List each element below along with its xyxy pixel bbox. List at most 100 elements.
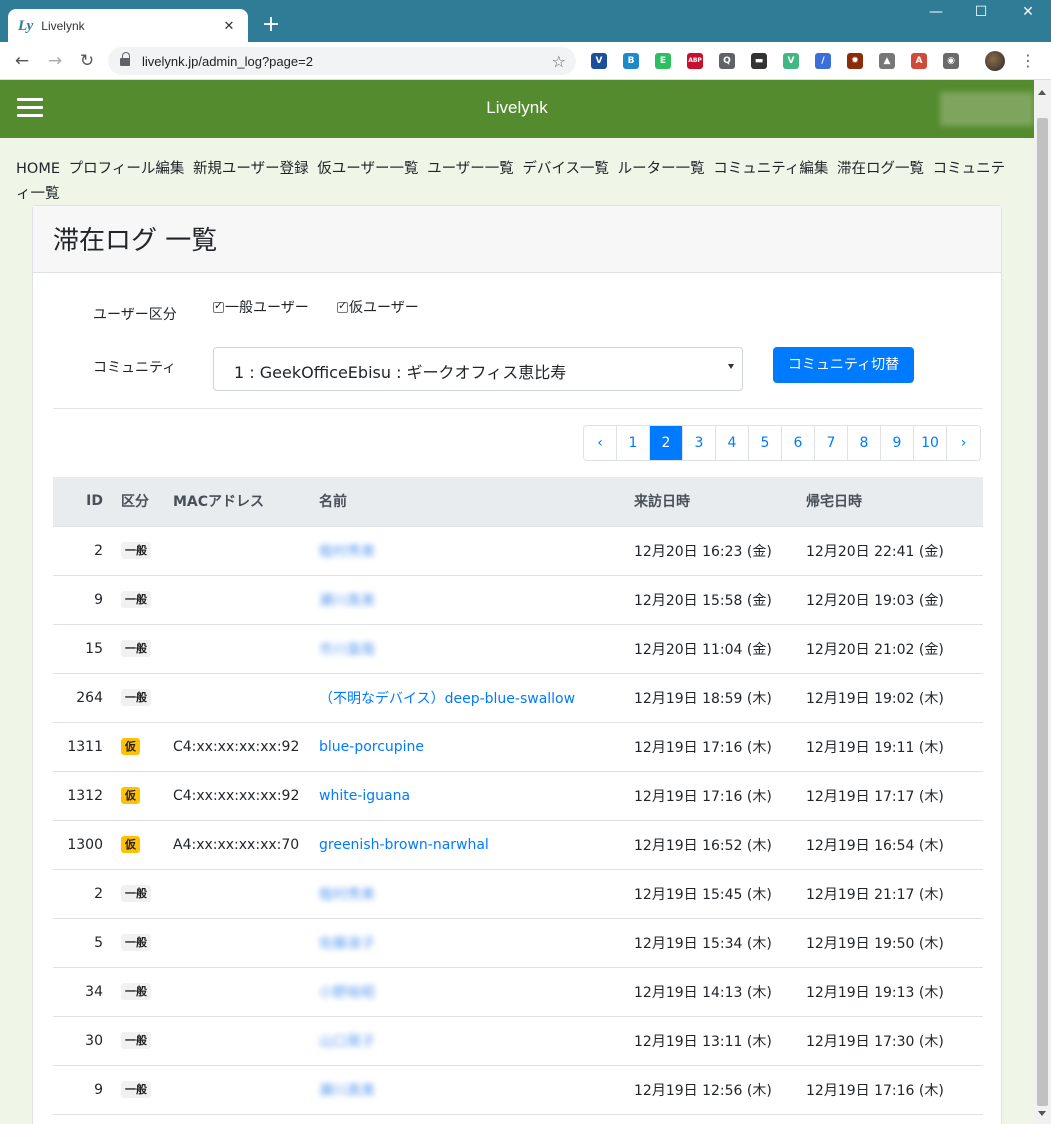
back-button[interactable]: ← [11,50,33,72]
pagination-page-1[interactable]: 1 [617,426,650,460]
nav-home[interactable]: HOME [16,161,60,177]
close-window-button[interactable]: ✕ [1013,4,1043,20]
tab-close-icon[interactable]: ✕ [220,19,238,34]
user-name-link[interactable]: （不明なデバイス）deep-blue-swallow [319,691,575,707]
kind-badge: 一般 [121,591,151,608]
nav-devices[interactable]: デバイス一覧 [522,161,609,177]
evernote-icon[interactable]: E [655,53,671,69]
maximize-button[interactable]: ☐ [966,4,996,20]
cell-id: 2 [53,526,115,576]
nav-routers[interactable]: ルーター一覧 [618,161,705,177]
cell-id: 34 [53,967,115,1017]
user-name-link[interactable]: 植村秀美 [319,544,375,560]
page-scrollbar[interactable] [1034,80,1051,1124]
cell-departure: 12月20日 22:41 (金) [806,526,983,576]
scroll-thumb[interactable] [1037,118,1048,1106]
pagination-page-10[interactable]: 10 [914,426,947,460]
browser-titlebar: Ly Livelynk ✕ + — ☐ ✕ [0,0,1051,43]
bulb-icon[interactable]: Q [719,53,735,69]
user-name-link[interactable]: 瀬川真美 [319,593,375,609]
terminal-icon[interactable]: ▬ [751,53,767,69]
chevron-down-icon [728,364,734,369]
browser-tab[interactable]: Ly Livelynk ✕ [8,9,248,43]
camera-icon[interactable]: ◉ [943,53,959,69]
pagination-page-3[interactable]: 3 [683,426,716,460]
pagination-page-5[interactable]: 5 [749,426,782,460]
forward-button[interactable]: → [44,50,66,72]
brand-title[interactable]: Livelynk [0,98,1034,118]
cell-departure: 12月20日 21:02 (金) [806,624,983,674]
user-name-link[interactable]: 市川直哉 [319,642,375,658]
cell-arrival: 12月19日 17:16 (木) [634,771,806,821]
vue-icon[interactable]: V [783,53,799,69]
user-name-link[interactable]: 山口晃子 [319,1034,375,1050]
pagination-page-9[interactable]: 9 [881,426,914,460]
nav-community-edit[interactable]: コミュニティ編集 [713,161,828,177]
nav-stay-logs[interactable]: 滞在ログ一覧 [837,161,924,177]
general-user-checkbox[interactable]: 一般ユーザー [213,297,309,317]
checkbox-icon[interactable] [337,299,348,313]
cell-kind: 一般 [115,673,173,723]
tab-title: Livelynk [41,19,85,33]
minimize-button[interactable]: — [921,4,951,20]
pagination-prev[interactable]: ‹ [584,426,617,460]
browser-menu-icon[interactable]: ⋮ [1020,51,1036,71]
pagination-page-6[interactable]: 6 [782,426,815,460]
cell-arrival: 12月19日 18:59 (木) [634,673,806,723]
pagination-next[interactable]: › [947,426,980,460]
cell-departure: 12月19日 19:13 (木) [806,967,983,1017]
eyedropper-icon[interactable]: / [815,53,831,69]
adblock-icon[interactable]: ABP [687,53,703,69]
page-title: 滞在ログ 一覧 [53,226,218,256]
cell-id: 15 [53,624,115,674]
cell-name: white-iguana [319,771,634,821]
url-text[interactable]: livelynk.jp/admin_log?page=2 [142,54,552,69]
kind-badge: 仮 [121,836,140,853]
user-menu[interactable] [940,92,1034,126]
user-name-link[interactable]: 小野裕昭 [319,985,375,1001]
bookmark-star-icon[interactable]: ☆ [552,52,566,71]
pagination-page-2[interactable]: 2 [650,426,683,460]
new-tab-button[interactable]: + [258,12,284,38]
nav-users[interactable]: ユーザー一覧 [427,161,514,177]
profile-avatar[interactable] [985,51,1005,71]
reload-button[interactable]: ↻ [76,50,98,72]
user-name-link[interactable]: white-iguana [319,788,410,804]
vimium-icon[interactable]: V [591,53,607,69]
user-name-link[interactable]: 佐藤淑子 [319,936,375,952]
nav-profile-edit[interactable]: プロフィール編集 [69,161,185,177]
pagination-page-7[interactable]: 7 [815,426,848,460]
drive-icon[interactable]: ▲ [879,53,895,69]
pagination-page-4[interactable]: 4 [716,426,749,460]
user-name-link[interactable]: greenish-brown-narwhal [319,837,489,853]
kind-badge: 一般 [121,1081,151,1098]
scroll-down-icon[interactable] [1038,1111,1046,1116]
temp-user-checkbox[interactable]: 仮ユーザー [337,297,419,317]
pagination-page-8[interactable]: 8 [848,426,881,460]
address-bar[interactable]: livelynk.jp/admin_log?page=2 ☆ [108,47,576,75]
pdf-icon[interactable]: A [911,53,927,69]
user-name-link[interactable]: blue-porcupine [319,739,424,755]
page-viewport: Livelynk HOME プロフィール編集 新規ユーザー登録 仮ユーザー一覧 … [0,80,1034,1124]
cell-departure: 12月20日 19:03 (金) [806,575,983,625]
nav-new-user[interactable]: 新規ユーザー登録 [193,161,309,177]
cell-mac [173,967,319,1017]
cell-kind: 一般 [115,526,173,576]
stay-log-table: ID 区分 MACアドレス 名前 来訪日時 帰宅日時 2 一般 植村秀美 12月20日… [53,477,983,1115]
cell-arrival: 12月19日 13:11 (木) [634,1016,806,1066]
table-row: 1312 仮 C4:xx:xx:xx:xx:92 white-iguana 12月19日… [53,771,983,821]
user-name-link[interactable]: 植村秀美 [319,887,375,903]
scroll-up-icon[interactable] [1038,90,1046,95]
checkbox-icon[interactable] [213,299,224,313]
community-select[interactable]: 1 : GeekOfficeEbisu : ギークオフィス恵比寿 [213,347,743,391]
cell-arrival: 12月20日 15:58 (金) [634,575,806,625]
top-nav: HOME プロフィール編集 新規ユーザー登録 仮ユーザー一覧 ユーザー一覧 デバ… [16,157,1016,207]
user-name-link[interactable]: 瀬川真美 [319,1083,375,1099]
table-row: 264 一般 （不明なデバイス）deep-blue-swallow 12月19日 18… [53,673,983,723]
card-header: 滞在ログ 一覧 [33,206,1001,273]
nav-temp-users[interactable]: 仮ユーザー一覧 [317,161,418,177]
hatena-icon[interactable]: B [623,53,639,69]
switch-community-button[interactable]: コミュニティ切替 [773,347,914,383]
cell-arrival: 12月19日 12:56 (木) [634,1065,806,1115]
addon-icon[interactable]: ✹ [847,53,863,69]
